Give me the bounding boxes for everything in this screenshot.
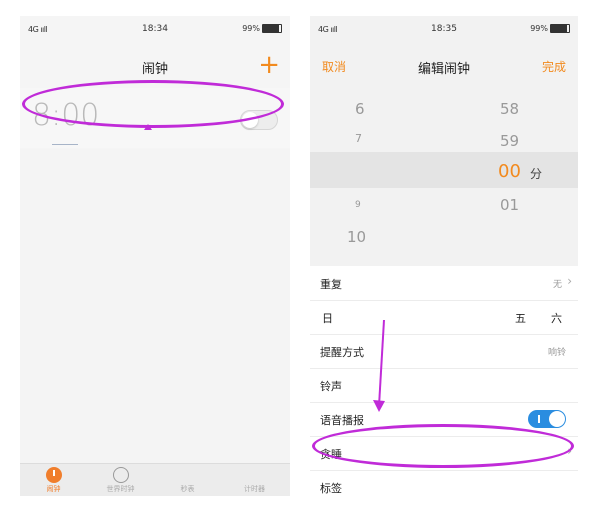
repeat-value: 无 xyxy=(552,280,562,290)
tab-bar: 闹钟 世界时钟 秒表 计时器 xyxy=(20,463,290,496)
reminder-label: 提醒方式 xyxy=(320,346,364,359)
voice-row: 语音播报 xyxy=(310,402,578,437)
alarm-item[interactable]: 8:00 xyxy=(20,88,290,148)
minute-option[interactable]: 01 xyxy=(500,196,519,214)
battery-percent: 99% xyxy=(530,24,548,33)
tab-alarm[interactable]: 闹钟 xyxy=(20,464,87,496)
battery-icon xyxy=(262,24,282,33)
time-picker[interactable]: 6 7 9 10 58 59 00 分 01 xyxy=(310,88,578,266)
weekday-sunday[interactable]: 日 xyxy=(322,310,333,326)
hour-option[interactable]: 7 xyxy=(355,132,362,145)
minute-option[interactable]: 59 xyxy=(500,132,519,150)
page-title: 闹钟 xyxy=(141,62,168,77)
hour-option[interactable]: 9 xyxy=(355,200,361,210)
timer-icon xyxy=(247,467,263,483)
reminder-value: 响铃 xyxy=(547,348,566,358)
tab-stopwatch[interactable]: 秒表 xyxy=(154,464,221,496)
repeat-label: 重复 xyxy=(320,278,342,291)
edit-alarm-screen: 4G ııll 18:35 99% 取消 编辑闹钟 完成 6 7 9 10 58… xyxy=(310,16,578,496)
weekday-selector[interactable]: 日 五 六 xyxy=(310,300,578,335)
nav-bar: 闹钟 + xyxy=(20,44,290,89)
weekday-saturday[interactable]: 六 xyxy=(551,310,562,326)
voice-label: 语音播报 xyxy=(320,414,364,427)
minute-option[interactable]: 58 xyxy=(500,100,519,118)
done-button[interactable]: 完成 xyxy=(542,58,566,75)
battery-indicator: 99% xyxy=(530,24,570,33)
alarm-toggle[interactable] xyxy=(240,110,278,130)
hour-option[interactable]: 10 xyxy=(347,228,366,246)
status-bar: 4G ııll 18:34 99% xyxy=(20,16,290,44)
nav-bar: 取消 编辑闹钟 完成 xyxy=(310,44,578,89)
tag-label: 标签 xyxy=(320,482,342,495)
stopwatch-icon xyxy=(180,467,196,483)
minute-unit-label: 分 xyxy=(530,167,543,181)
hour-option[interactable]: 6 xyxy=(355,100,365,118)
battery-indicator: 99% xyxy=(242,24,282,33)
alarm-list-screen: 4G ııll 18:34 99% 闹钟 + 8:00 闹钟 世界时钟 秒表 计… xyxy=(20,16,290,496)
tab-label: 计时器 xyxy=(244,485,265,493)
status-bar: 4G ııll 18:35 99% xyxy=(310,16,578,44)
chevron-right-icon: › xyxy=(567,444,572,458)
alarm-settings-list: 重复 无 › 日 五 六 提醒方式 响铃 铃声 语音播报 贪睡 › 标签 xyxy=(310,266,578,496)
repeat-row[interactable]: 重复 无 › xyxy=(310,266,578,301)
tab-world-clock[interactable]: 世界时钟 xyxy=(87,464,154,496)
snooze-label: 贪睡 xyxy=(320,448,342,461)
weekday-friday[interactable]: 五 xyxy=(515,310,526,326)
minute-selected[interactable]: 00 xyxy=(498,161,521,182)
snooze-row[interactable]: 贪睡 › xyxy=(310,436,578,471)
divider xyxy=(52,144,78,145)
toggle-on-mark xyxy=(538,415,540,423)
tag-row[interactable]: 标签 xyxy=(310,470,578,496)
tab-label: 秒表 xyxy=(180,485,195,493)
battery-percent: 99% xyxy=(242,24,260,33)
ringtone-label: 铃声 xyxy=(320,380,342,393)
voice-toggle[interactable] xyxy=(528,410,566,428)
tab-label: 世界时钟 xyxy=(106,485,135,493)
alarm-clock-icon xyxy=(45,467,62,483)
toggle-knob xyxy=(549,411,565,427)
globe-icon xyxy=(112,467,129,483)
alarm-time: 8:00 xyxy=(32,98,100,133)
reminder-row[interactable]: 提醒方式 响铃 xyxy=(310,334,578,369)
ringtone-row[interactable]: 铃声 xyxy=(310,368,578,403)
battery-icon xyxy=(550,24,570,33)
toggle-knob xyxy=(242,112,258,128)
tab-label: 闹钟 xyxy=(46,485,61,493)
alarm-list-empty-area xyxy=(20,149,290,464)
page-title: 编辑闹钟 xyxy=(417,62,470,77)
chevron-right-icon: › xyxy=(567,274,572,288)
tab-timer[interactable]: 计时器 xyxy=(221,464,288,496)
add-alarm-button[interactable]: + xyxy=(258,50,280,80)
